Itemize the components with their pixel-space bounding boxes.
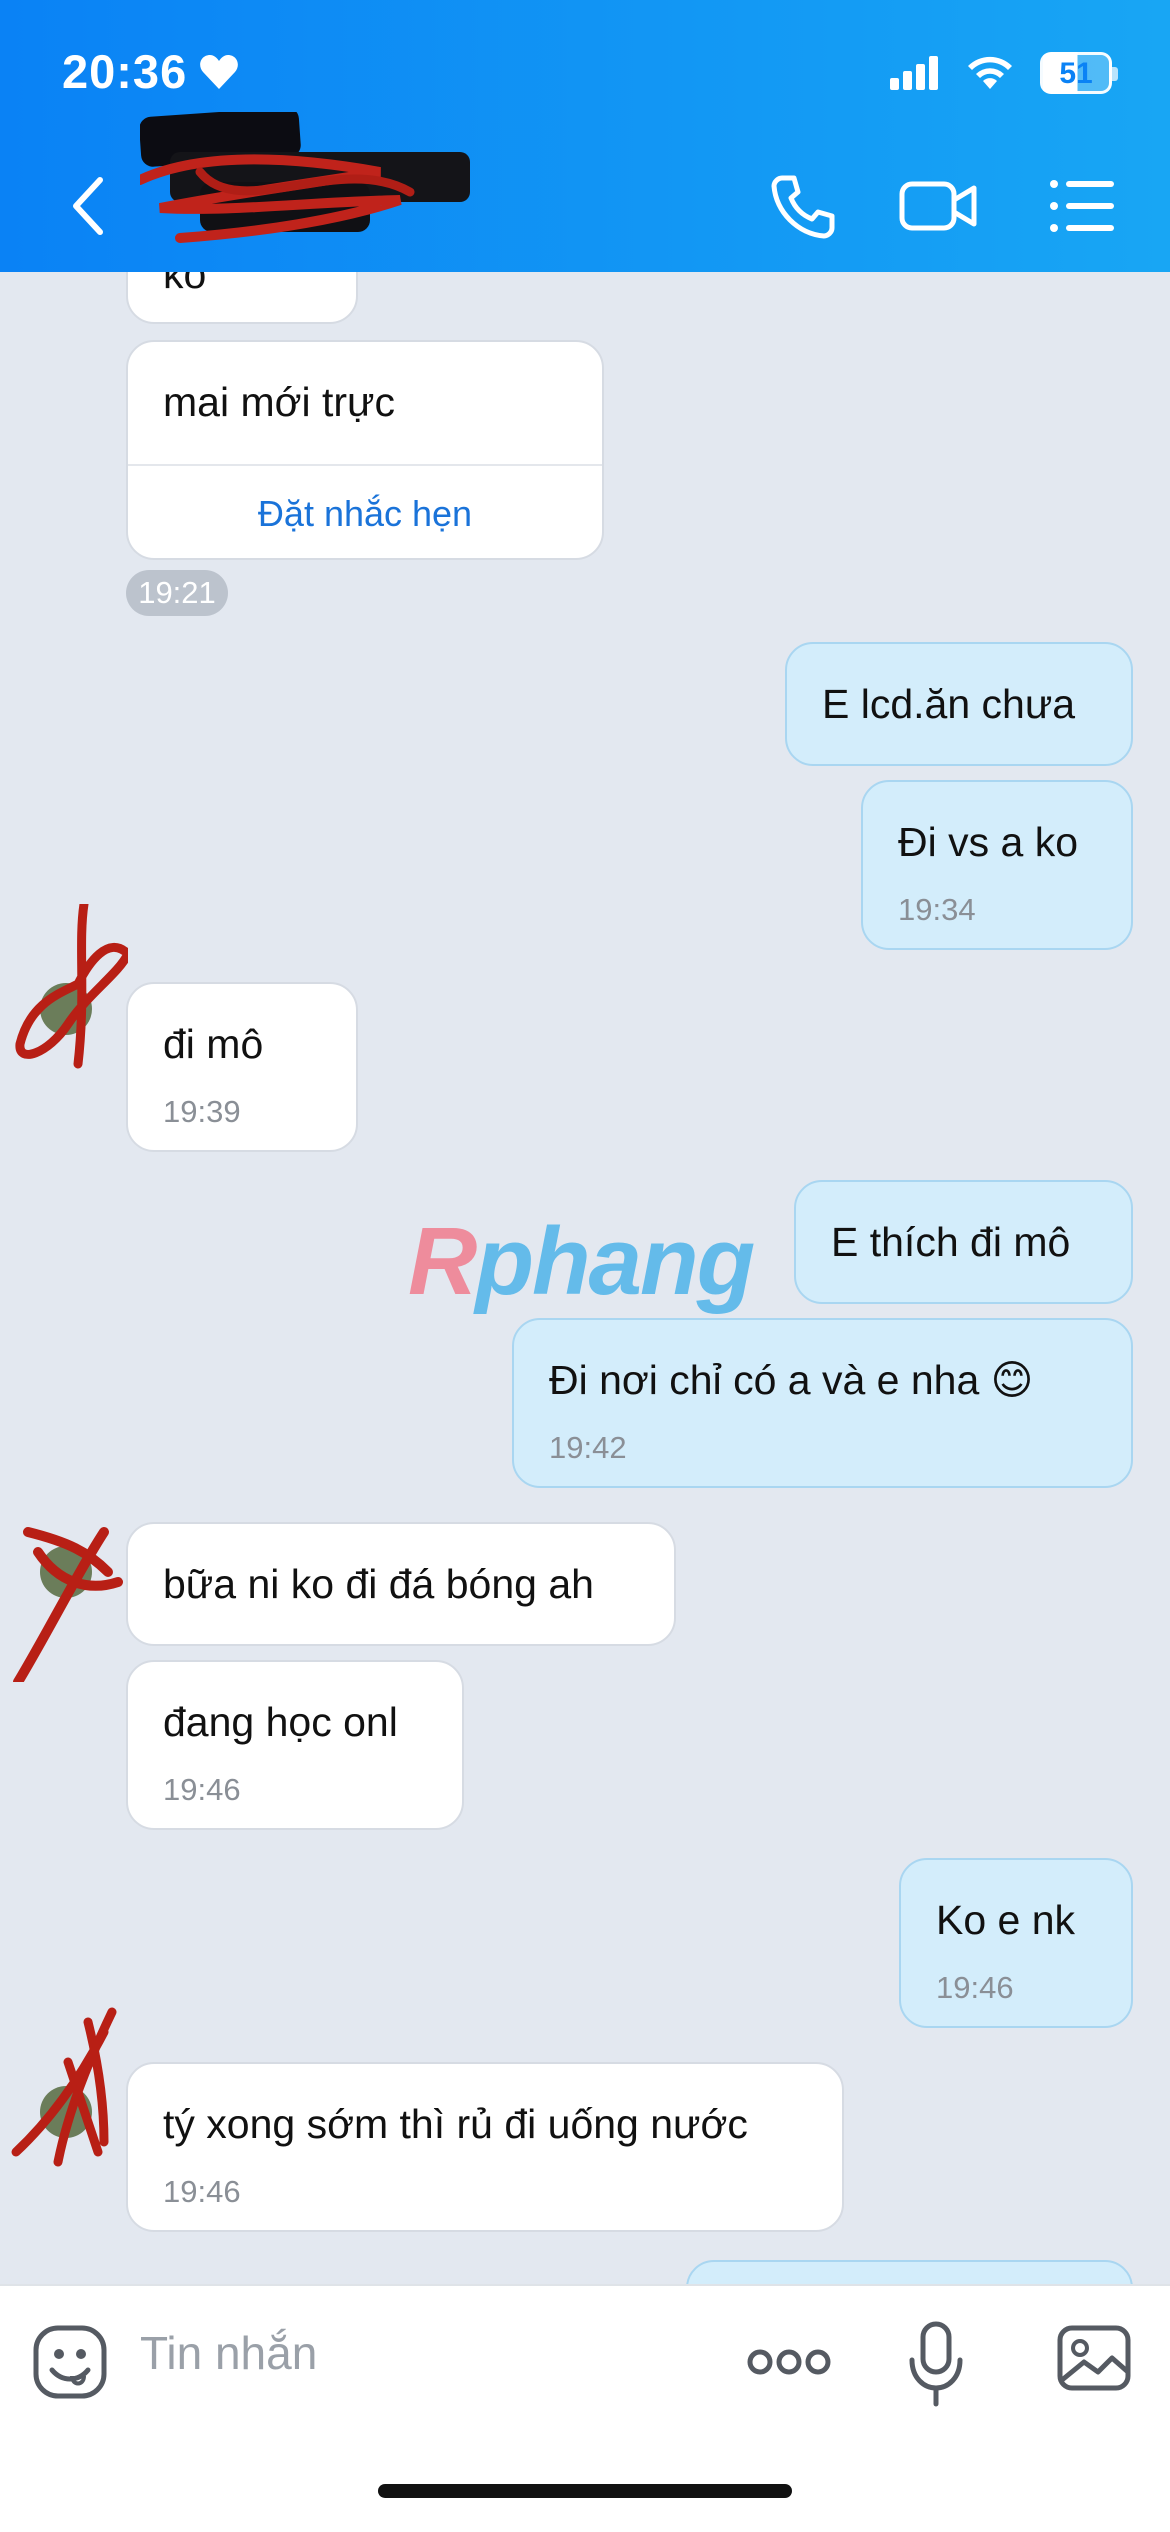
menu-list-icon[interactable] (1046, 170, 1118, 242)
status-time-text: 20:36 (62, 45, 188, 98)
message-outgoing[interactable]: E lcd.ăn chưa (785, 642, 1133, 766)
message-text: E lcd.ăn chưa (822, 681, 1076, 727)
message-input-placeholder: Tin nhắn (140, 2327, 318, 2379)
message-incoming[interactable]: bữa ni ko đi đá bóng ah (126, 1522, 676, 1646)
avatar[interactable] (8, 1512, 128, 1682)
message-incoming[interactable]: mai mới trực Đặt nhắc hẹn (126, 340, 604, 560)
back-icon[interactable] (66, 176, 110, 236)
message-text: Đi nơi chỉ có a và e nha 😊 (549, 1357, 1034, 1403)
message-text: Ko e nk (936, 1897, 1076, 1943)
message-incoming[interactable]: tý xong sớm thì rủ đi uống nước 19:46 (126, 2062, 844, 2232)
message-time: 19:42 (549, 1430, 627, 1465)
timestamp-badge: 19:21 (126, 570, 228, 616)
avatar[interactable] (8, 2002, 128, 2172)
contact-name-redacted[interactable] (135, 107, 480, 252)
sticker-icon[interactable] (32, 2324, 108, 2400)
message-time: 19:46 (163, 2174, 241, 2209)
redaction-scribble (135, 107, 470, 243)
message-text: Đi vs a ko (898, 819, 1078, 865)
message-outgoing[interactable] (686, 2260, 1133, 2284)
set-reminder-link[interactable]: Đặt nhắc hẹn (128, 496, 602, 532)
message-incoming[interactable]: đang học onl 19:46 (126, 1660, 464, 1830)
message-outgoing[interactable]: Đi vs a ko 19:34 (861, 780, 1133, 950)
message-incoming[interactable]: ko (126, 272, 358, 324)
avatar[interactable] (8, 904, 128, 1074)
battery-icon: 51 (1040, 52, 1118, 94)
message-text: tý xong sớm thì rủ đi uống nước (163, 2101, 748, 2147)
watermark-logo: Rphang (408, 1207, 755, 1317)
message-text: bữa ni ko đi đá bóng ah (163, 1561, 594, 1607)
message-text: đang học onl (163, 1699, 398, 1745)
message-time: 19:34 (898, 892, 976, 927)
signal-icon (890, 56, 938, 90)
message-incoming[interactable]: đi mô 19:39 (126, 982, 358, 1152)
heart-icon (200, 54, 239, 89)
message-outgoing[interactable]: Ko e nk 19:46 (899, 1858, 1133, 2028)
image-icon[interactable] (1056, 2324, 1132, 2392)
watermark-part: phang (475, 1208, 755, 1315)
message-time: 19:46 (936, 1970, 1014, 2005)
message-input[interactable]: Tin nhắn (140, 2326, 317, 2380)
message-text: E thích đi mô (831, 1219, 1071, 1265)
home-indicator[interactable] (378, 2484, 792, 2498)
watermark-part: R (408, 1208, 477, 1315)
microphone-icon[interactable] (906, 2320, 966, 2408)
status-bar-icons: 51 (890, 52, 1118, 94)
chat-header: 20:36 51 (0, 0, 1170, 272)
message-outgoing[interactable]: E thích đi mô (794, 1180, 1133, 1304)
message-time: 19:46 (163, 1772, 241, 1807)
message-text: ko (163, 272, 207, 297)
battery-level: 51 (1059, 57, 1093, 90)
chat-message-list[interactable]: ko mai mới trực Đặt nhắc hẹn 19:21 E lcd… (0, 272, 1170, 2284)
message-time: 19:39 (163, 1094, 241, 1129)
video-call-icon[interactable] (898, 170, 978, 242)
status-bar-time: 20:36 (62, 44, 239, 99)
message-text: mai mới trực (163, 379, 395, 425)
divider (128, 464, 602, 466)
phone-icon[interactable] (768, 170, 840, 242)
wifi-icon (968, 56, 1012, 89)
more-icon[interactable] (746, 2334, 832, 2390)
message-outgoing[interactable]: Đi nơi chỉ có a và e nha 😊 19:42 (512, 1318, 1133, 1488)
message-text: đi mô (163, 1021, 264, 1067)
